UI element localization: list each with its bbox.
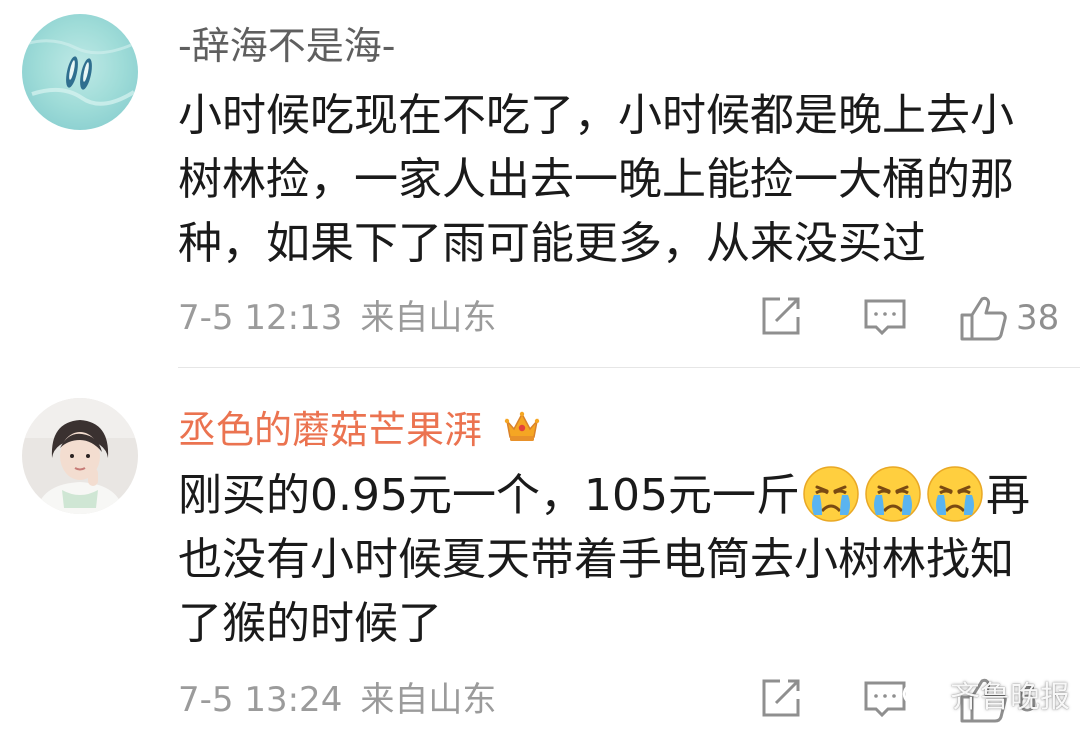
crying-face-emoji — [926, 465, 984, 523]
location-source: 来自山东 — [360, 298, 497, 338]
crying-face-emoji — [864, 465, 922, 523]
watermark-text: 齐鲁晚报 — [950, 680, 1070, 715]
crying-face-emoji — [802, 465, 860, 523]
username[interactable]: 丞色的蘑菇芒果湃 — [178, 408, 540, 452]
crown-badge-icon — [504, 408, 540, 452]
avatar[interactable] — [22, 14, 138, 130]
avatar[interactable] — [22, 398, 138, 514]
comment-text: 刚买的0.95元一个，105元一斤 再 也没有小时候夏天带着手电筒去小树林找知 … — [178, 464, 1058, 656]
comment-text-line: 种，如果下了雨可能更多，从来没买过 — [178, 218, 926, 269]
like-button[interactable]: 38 — [958, 293, 1059, 343]
share-button[interactable] — [758, 675, 804, 721]
watermark: 齐鲁晚报 — [902, 680, 1070, 716]
share-button[interactable] — [758, 293, 804, 339]
reply-button[interactable] — [862, 293, 908, 339]
comment-text-line: 也没有小时候夏天带着手电筒去小树林找知 — [178, 534, 1014, 585]
comment-item: -辞海不是海- 小时候吃现在不吃了，小时候都是晚上去小 树林捡，一家人出去一晚上… — [0, 0, 1080, 368]
comment-text-segment: 再 — [985, 470, 1030, 521]
username-text: 丞色的蘑菇芒果湃 — [178, 408, 483, 452]
share-edit-icon — [762, 297, 800, 335]
share-edit-icon — [762, 679, 800, 717]
comment-meta: 7-5 12:13 来自山东 — [178, 298, 496, 338]
comment-meta: 7-5 13:24 来自山东 — [178, 680, 496, 720]
thumb-up-icon — [960, 296, 1007, 341]
reply-comment-icon — [864, 299, 906, 336]
timestamp: 7-5 12:13 — [178, 298, 343, 338]
timestamp: 7-5 13:24 — [178, 680, 343, 720]
comment-list: -辞海不是海- 小时候吃现在不吃了，小时候都是晚上去小 树林捡，一家人出去一晚上… — [0, 0, 1080, 741]
comment-text-line: 树林捡，一家人出去一晚上能捡一大桶的那 — [178, 154, 1014, 205]
comment-text: 小时候吃现在不吃了，小时候都是晚上去小 树林捡，一家人出去一晚上能捡一大桶的那 … — [178, 84, 1058, 276]
comment-text-line: 了猴的时候了 — [178, 598, 442, 649]
comment-text-segment: 刚买的0.95元一个，105元一斤 — [178, 470, 800, 521]
like-count: 38 — [1016, 298, 1060, 338]
comment-text-line: 刚买的0.95元一个，105元一斤 再 — [178, 464, 1058, 528]
wechat-logo-icon — [902, 681, 941, 713]
location-source: 来自山东 — [360, 680, 497, 720]
comment-text-line: 小时候吃现在不吃了，小时候都是晚上去小 — [178, 90, 1014, 141]
username[interactable]: -辞海不是海- — [178, 24, 395, 68]
